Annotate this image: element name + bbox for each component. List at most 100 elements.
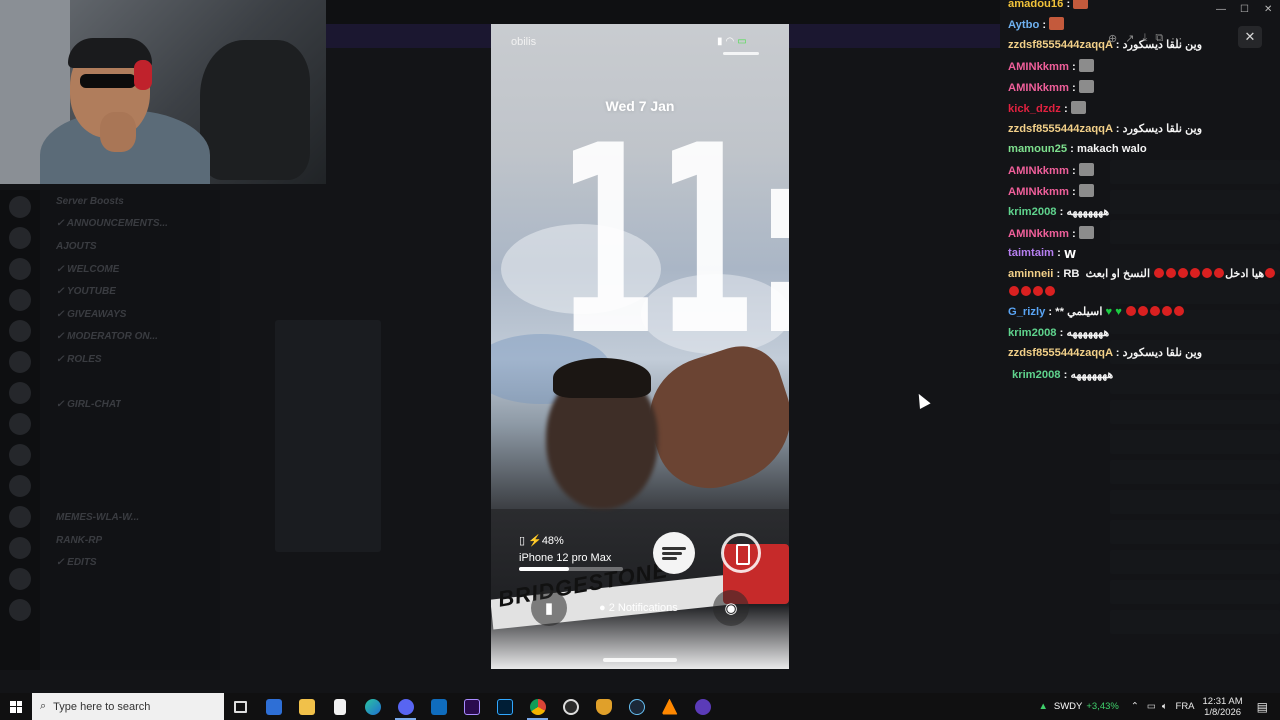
headset: [134, 60, 152, 90]
channel-item[interactable]: ✓ ROLES: [40, 348, 220, 371]
channel-item[interactable]: [40, 416, 220, 439]
chat-username[interactable]: mamoun25: [1008, 143, 1067, 155]
channel-item[interactable]: ✓ YOUTUBE: [40, 280, 220, 303]
chat-username[interactable]: AMINkkmm: [1008, 228, 1069, 240]
chat-username[interactable]: AMINkkmm: [1008, 186, 1069, 198]
battery-bar: [519, 567, 623, 571]
store-icon[interactable]: [257, 693, 290, 720]
red-circle-icon: [1126, 306, 1137, 316]
chat-message: mamoun25 : makach walo: [1008, 143, 1147, 155]
open-external-icon[interactable]: ⧉: [1155, 32, 1163, 45]
chat-username[interactable]: G_rizly: [1008, 306, 1045, 318]
discord-icon[interactable]: [389, 693, 422, 720]
channel-label: ✓ GIVEAWAYS: [56, 308, 127, 320]
windows-icon: [10, 700, 22, 713]
chat-username[interactable]: krim2008: [1008, 206, 1057, 218]
channel-item[interactable]: [40, 439, 220, 462]
premiere-icon[interactable]: [455, 693, 488, 720]
chat-message: AMINkkmm :: [1008, 59, 1094, 73]
home-indicator[interactable]: [603, 658, 677, 662]
chat-username[interactable]: aminneii: [1008, 268, 1053, 280]
notification-center-icon[interactable]: ▤: [1257, 700, 1268, 714]
clock[interactable]: 12:31 AM 1/8/2026: [1203, 696, 1243, 718]
minimize-icon[interactable]: —: [1216, 4, 1226, 15]
photoshop-icon[interactable]: [488, 693, 521, 720]
camera-icon[interactable]: ◉: [713, 590, 749, 626]
notifications-indicator[interactable]: ● 2 Notifications: [599, 602, 678, 614]
search-placeholder: Type here to search: [53, 700, 151, 713]
network-icon[interactable]: ▭: [1147, 701, 1156, 712]
more-icon[interactable]: ⋯: [1171, 32, 1182, 45]
carrier-label: obilis: [511, 36, 537, 48]
channel-item[interactable]: RANK-RP: [40, 529, 220, 552]
chevron-up-icon[interactable]: ⌃: [1131, 701, 1139, 712]
chat-message: zzdsf8555444zaqqA : وين نلقا ديسكورد: [1008, 346, 1202, 359]
messenger-icon[interactable]: [686, 693, 719, 720]
chat-username[interactable]: AMINkkmm: [1008, 165, 1069, 177]
channel-item[interactable]: AJOUTS: [40, 235, 220, 258]
channel-item[interactable]: MEMES-WLA-W...: [40, 506, 220, 529]
channel-item[interactable]: ✓ EDITS: [40, 552, 220, 575]
battery-percent: 48%: [541, 535, 564, 547]
chat-text: ** اسيلمي: [1055, 306, 1103, 318]
spotify-icon[interactable]: [653, 532, 695, 574]
channel-label: ✓ YOUTUBE: [56, 286, 116, 298]
channel-item[interactable]: ✓ ANNOUNCEMENTS...: [40, 213, 220, 236]
channel-label: ✓ WELCOME: [56, 263, 120, 275]
shield-app-icon[interactable]: [587, 693, 620, 720]
chat-username[interactable]: krim2008: [1012, 369, 1061, 381]
vlc-icon[interactable]: [653, 693, 686, 720]
control-center-handle[interactable]: [723, 52, 759, 55]
chat-username[interactable]: AMINkkmm: [1008, 61, 1069, 73]
chat-username[interactable]: taimtaim: [1008, 247, 1054, 259]
chat-message: AMINkkmm :: [1008, 226, 1094, 240]
chat-username[interactable]: AMINkkmm: [1008, 82, 1069, 94]
channel-label: RANK-RP: [56, 534, 103, 546]
chat-separator: :: [1060, 369, 1071, 381]
chat-toolbar: ⊕ ↗ ⤓ ⧉ ⋯: [1108, 28, 1228, 48]
chat-username[interactable]: zzdsf8555444zaqqA: [1008, 347, 1113, 359]
zoom-icon[interactable]: ⊕: [1108, 32, 1117, 45]
chat-username[interactable]: zzdsf8555444zaqqA: [1008, 123, 1113, 135]
chat-username[interactable]: zzdsf8555444zaqqA: [1008, 39, 1113, 51]
channel-list: Server Boosts ✓ ANNOUNCEMENTS... AJOUTS ✓ W…: [40, 190, 220, 670]
channel-item[interactable]: ✓ GIVEAWAYS: [40, 303, 220, 326]
download-icon[interactable]: ⤓: [1142, 32, 1147, 45]
chat-separator: :: [1039, 19, 1050, 31]
window-close-icon[interactable]: ✕: [1264, 4, 1272, 15]
red-circle-icon: [1190, 268, 1201, 278]
chat-username[interactable]: Aytbo: [1008, 19, 1039, 31]
chat-username[interactable]: kick_dzdz: [1008, 103, 1061, 115]
task-view-icon[interactable]: [224, 693, 257, 720]
start-button[interactable]: [0, 693, 32, 720]
channel-item[interactable]: ✓ WELCOME: [40, 258, 220, 281]
channel-item[interactable]: ✓ GIRL-CHAT: [40, 393, 220, 416]
emote-icon: [1070, 101, 1086, 114]
stock-name[interactable]: SWDY: [1054, 701, 1083, 712]
steam-icon[interactable]: [620, 693, 653, 720]
chat-separator: :: [1068, 186, 1079, 198]
edge-icon[interactable]: [356, 693, 389, 720]
chat-username[interactable]: krim2008: [1008, 327, 1057, 339]
channel-item[interactable]: [40, 461, 220, 484]
channel-item[interactable]: [40, 484, 220, 507]
chrome-icon[interactable]: [521, 693, 554, 720]
share-icon[interactable]: ↗: [1125, 32, 1134, 45]
channel-item[interactable]: [40, 371, 220, 394]
volume-icon[interactable]: 🔈︎: [1162, 701, 1168, 712]
language-indicator[interactable]: FRA: [1176, 701, 1195, 712]
chat-message: krim2008 : هههههههه: [1008, 205, 1109, 218]
close-button[interactable]: ✕: [1238, 26, 1262, 48]
file-explorer-icon[interactable]: [290, 693, 323, 720]
chat-message: amadou16 :: [1008, 0, 1089, 10]
maximize-icon[interactable]: ☐: [1240, 4, 1249, 15]
channel-item[interactable]: Server Boosts: [40, 190, 220, 213]
outlook-icon[interactable]: [422, 693, 455, 720]
taskbar-search[interactable]: ⌕ Type here to search: [32, 693, 224, 720]
obs-icon[interactable]: [554, 693, 587, 720]
red-circle-icon: [1174, 306, 1185, 316]
notepad-icon[interactable]: [323, 693, 356, 720]
chat-username[interactable]: amadou16: [1008, 0, 1063, 10]
channel-item[interactable]: ✓ MODERATOR ON...: [40, 326, 220, 349]
flashlight-icon[interactable]: ▮: [531, 590, 567, 626]
